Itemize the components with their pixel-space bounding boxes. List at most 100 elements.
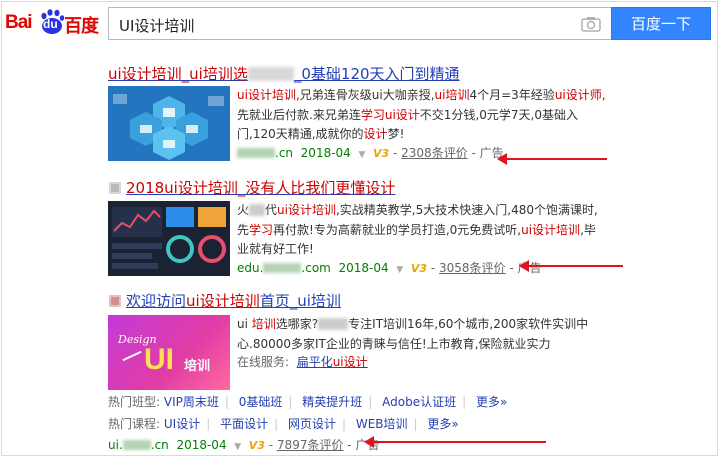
url-suffix: .com <box>301 261 331 275</box>
annotation-arrow-2 <box>519 260 623 272</box>
search-button[interactable]: 百度一下 <box>611 7 711 40</box>
desc-text: 再付款!专为高薪就业的学员打造,0元免费试听, <box>273 222 522 237</box>
baidu-logo[interactable]: Bai du 百度 <box>5 8 100 40</box>
course-link-ui[interactable]: UI设计 <box>164 417 200 431</box>
result-1-title-part-a: ui设计培训_ui培训选 <box>108 65 248 83</box>
result-1-title[interactable]: ui设计培训_ui培训选 _0基础120天入门到精通 <box>108 63 460 84</box>
annotation-arrow-1 <box>497 153 607 165</box>
result-2-thumbnail[interactable] <box>108 201 230 276</box>
separator: | <box>462 395 467 409</box>
blurred-text <box>263 263 302 273</box>
desc-text: 4个月=3年经验 <box>469 88 555 102</box>
search-result-2: 2018ui设计培训_没有人比我们更懂设计 <box>108 177 395 198</box>
v3-badge[interactable]: V3 <box>249 439 265 452</box>
logo-bai-text: Bai <box>5 12 33 33</box>
v3-badge[interactable]: V3 <box>411 262 427 275</box>
result-3-date: 2018-04 <box>176 438 227 452</box>
thumb-cn-text: 培训 <box>184 359 211 374</box>
url-prefix: edu. <box>237 261 264 275</box>
result-1-reviews-link[interactable]: 2308条评价 <box>401 146 468 160</box>
separator: | <box>274 417 279 431</box>
desc-keyword: 学习 <box>360 107 385 122</box>
blurred-text <box>122 440 151 450</box>
thumb-decoration <box>122 350 142 362</box>
search-query-text: UI设计培训 <box>119 17 195 35</box>
annotation-arrow-3 <box>364 436 546 448</box>
chevron-down-icon[interactable]: ▼ <box>234 442 241 452</box>
class-link-adobe[interactable]: Adobe认证班 <box>382 395 456 409</box>
desc-text: 梦! <box>387 127 405 141</box>
result-3-title-part-a: 欢迎访问 <box>126 292 187 310</box>
result-1-thumbnail[interactable] <box>108 86 230 161</box>
desc-keyword: ui设计 <box>384 107 420 122</box>
desc-text: ,兄弟连骨灰级ui大咖亲授, <box>295 88 435 102</box>
result-1-meta: .cn 2018-04 ▼ V3 - 2308条评价 - 广告 <box>237 144 504 161</box>
result-1-url[interactable]: .cn <box>237 146 293 160</box>
desc-text: 选哪家? <box>275 317 319 331</box>
result-2-url[interactable]: edu. .com <box>237 261 331 275</box>
url-prefix: ui. <box>108 438 123 452</box>
site-favicon-icon <box>109 295 121 307</box>
blurred-text <box>249 204 266 216</box>
online-service-label: 在线服务: <box>237 355 290 369</box>
class-link-vip[interactable]: VIP周末班 <box>164 395 219 409</box>
blurred-text <box>318 318 349 330</box>
result-3-reviews-link[interactable]: 7897条评价 <box>277 438 344 452</box>
logo-du-text: du <box>43 17 58 31</box>
desc-keyword: 设计 <box>363 127 388 141</box>
class-link-more[interactable]: 更多» <box>476 395 507 409</box>
site-favicon-icon <box>109 182 121 194</box>
course-link-web-training[interactable]: WEB培训 <box>356 417 408 431</box>
desc-text: 代 <box>265 203 278 217</box>
separator: | <box>224 395 229 409</box>
camera-icon[interactable] <box>581 16 601 32</box>
result-1-title-part-b: _0基础120天入门到精通 <box>293 65 460 83</box>
course-link-graphic[interactable]: 平面设计 <box>220 417 268 431</box>
course-link-more[interactable]: 更多» <box>427 417 458 431</box>
result-2-date: 2018-04 <box>338 261 389 275</box>
thumb-ui-text: UI <box>144 343 174 376</box>
blurred-text <box>247 67 294 81</box>
desc-keyword: ui设计培训 <box>521 222 581 237</box>
result-2-reviews-link[interactable]: 3058条评价 <box>439 261 506 275</box>
result-3-title[interactable]: 欢迎访问ui设计培训首页_ui培训 <box>108 290 341 311</box>
class-link-elite[interactable]: 精英提升班 <box>302 395 362 409</box>
v3-badge[interactable]: V3 <box>373 147 389 160</box>
search-result-1: ui设计培训_ui培训选 _0基础120天入门到精通 <box>108 63 460 84</box>
result-1-description: ui设计培训,兄弟连骨灰级ui大咖亲授,ui培训4个月=3年经验ui设计师,先就… <box>237 86 607 145</box>
desc-text: ui <box>237 317 252 331</box>
course-link-web-design[interactable]: 网页设计 <box>288 417 336 431</box>
online-service-link[interactable]: 扁平化ui设计 <box>297 355 368 369</box>
logo-cn-text: 百度 <box>64 16 99 37</box>
separator: | <box>341 417 347 431</box>
desc-keyword: 学习 <box>249 222 274 237</box>
link-keyword: ui设计 <box>332 355 368 369</box>
separator: | <box>413 417 418 431</box>
result-3-thumbnail[interactable]: Design UI 培训 <box>108 315 230 390</box>
result-3-meta: ui..cn 2018-04 ▼ V3 - 7897条评价 - 广告 <box>108 436 379 453</box>
result-1-date: 2018-04 <box>300 146 351 160</box>
result-3-url[interactable]: ui. .cn <box>108 438 169 452</box>
result-2-title-text: 2018ui设计培训_没有人比我们更懂设计 <box>126 179 396 197</box>
link-part: 扁平化 <box>296 355 333 369</box>
class-link-beginner[interactable]: 0基础班 <box>239 395 283 409</box>
desc-keyword: ui设计师 <box>554 88 602 102</box>
result-3-title-part-c: 首页_ui培训 <box>259 292 341 310</box>
separator: | <box>368 395 373 409</box>
desc-keyword: ui设计培训 <box>277 203 336 217</box>
separator: | <box>206 417 211 431</box>
desc-keyword: ui培训 <box>434 88 470 102</box>
chevron-down-icon[interactable]: ▼ <box>396 265 403 275</box>
result-2-title[interactable]: 2018ui设计培训_没有人比我们更懂设计 <box>108 177 395 198</box>
desc-text: 火 <box>237 203 250 217</box>
result-2-meta: edu. .com 2018-04 ▼ V3 - 3058条评价 - 广告 <box>237 261 542 275</box>
online-service: 在线服务: 扁平化ui设计 <box>237 353 368 370</box>
url-suffix: .cn <box>150 438 169 452</box>
chevron-down-icon[interactable]: ▼ <box>358 150 365 160</box>
desc-keyword: ui设计培训 <box>237 88 296 102</box>
class-label: 热门班型: <box>108 395 161 409</box>
search-input[interactable]: UI设计培训 <box>108 7 611 40</box>
desc-keyword: 培训 <box>251 317 276 331</box>
separator: | <box>288 395 293 409</box>
result-2-description: 火代ui设计培训,实战精英教学,5大技术快速入门,480个饱满课时,先学习再付款… <box>237 201 607 260</box>
